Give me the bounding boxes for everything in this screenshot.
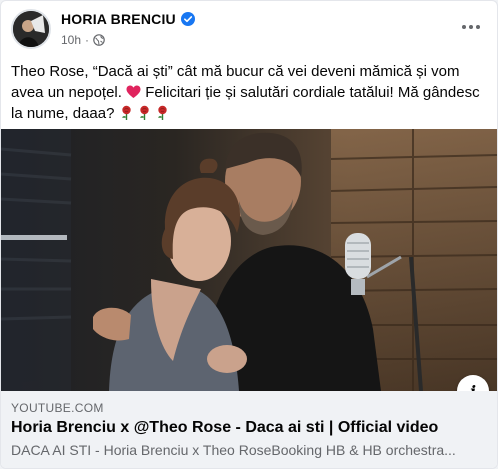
info-icon: i (469, 381, 477, 392)
author-name-label: HORIA BRENCIU (61, 11, 176, 27)
author-avatar[interactable] (11, 9, 51, 49)
more-dot-icon (469, 25, 473, 29)
rose-icon (139, 105, 149, 120)
post-text: Theo Rose, “Dacă ai ști” cât mă bucur că… (11, 61, 487, 124)
rose-icon (157, 105, 167, 120)
meta-separator: · (85, 33, 90, 47)
link-domain: YOUTUBE.COM (11, 401, 104, 415)
more-dot-icon (476, 25, 480, 29)
verified-badge-icon (180, 12, 195, 26)
link-description: DACA AI STI - Horia Brenciu x Theo RoseB… (11, 442, 456, 458)
link-preview[interactable]: YOUTUBE.COM Horia Brenciu x @Theo Rose -… (1, 391, 497, 468)
more-options-button[interactable] (457, 15, 485, 39)
author-name[interactable]: HORIA BRENCIU (61, 11, 195, 27)
link-title[interactable]: Horia Brenciu x @Theo Rose - Daca ai sti… (11, 419, 487, 437)
more-dot-icon (462, 25, 466, 29)
facebook-post-card: HORIA BRENCIU 10h · Theo Rose, “Dacă ai … (0, 0, 498, 469)
rose-icon (121, 105, 131, 120)
globe-icon (93, 34, 105, 46)
video-thumbnail-image (1, 129, 497, 391)
post-header: HORIA BRENCIU 10h · (11, 9, 487, 51)
post-meta: 10h · (61, 33, 105, 47)
video-thumbnail[interactable]: i (1, 129, 497, 391)
red-heart-icon (126, 85, 141, 98)
post-timestamp[interactable]: 10h (61, 33, 81, 47)
